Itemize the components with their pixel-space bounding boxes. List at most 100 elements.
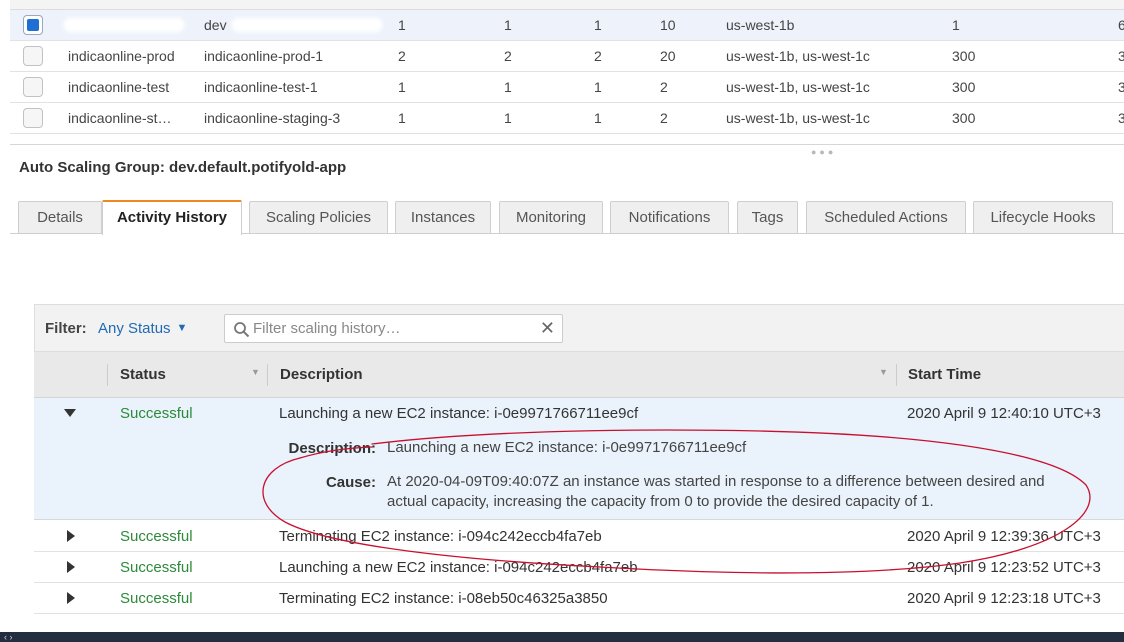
- instances-cell: 1: [398, 79, 406, 95]
- launch-config-cell: indicaonline-staging-3: [204, 110, 341, 126]
- row-checkbox[interactable]: [23, 15, 43, 35]
- min-cell: 2: [594, 48, 602, 64]
- page-title: Auto Scaling Group: dev.default.potifyol…: [19, 159, 347, 176]
- start-time-column-header[interactable]: Start Time: [908, 366, 981, 383]
- column-divider: [267, 364, 268, 386]
- tab-tags[interactable]: Tags: [737, 201, 798, 233]
- instances-cell: 1: [398, 110, 406, 126]
- caret-down-icon[interactable]: [63, 406, 77, 420]
- table-row[interactable]: indicaonline-prod indicaonline-prod-1 2 …: [10, 41, 1124, 72]
- min-cell: 1: [594, 110, 602, 126]
- cooldown-cell: 300: [952, 48, 976, 64]
- tab-lifecycle-hooks[interactable]: Lifecycle Hooks: [973, 201, 1113, 233]
- search-input[interactable]: [253, 318, 533, 339]
- start-time-text: 2020 April 9 12:23:52 UTC+3: [907, 559, 1101, 576]
- caret-right-icon[interactable]: [63, 560, 77, 574]
- asg-name-cell: indicaonline-test: [68, 79, 170, 95]
- panel-splitter[interactable]: [10, 144, 1124, 145]
- cooldown-cell: 1: [952, 17, 960, 33]
- detail-cause-label: Cause:: [325, 474, 376, 491]
- desired-cell: 1: [504, 79, 512, 95]
- clear-icon[interactable]: ✕: [540, 318, 555, 339]
- truncated-cell: 6: [1118, 17, 1124, 33]
- history-table-header: Status ▼ Description ▼ Start Time: [34, 352, 1124, 398]
- table-row[interactable]: Successful Launching a new EC2 instance:…: [34, 398, 1124, 429]
- row-checkbox[interactable]: [23, 77, 43, 97]
- max-cell: 2: [660, 79, 668, 95]
- filter-bar: Filter: Any Status ▼ ✕: [34, 304, 1124, 352]
- status-filter-dropdown[interactable]: Any Status ▼: [98, 320, 187, 337]
- chevron-down-icon: ▼: [176, 322, 188, 334]
- asg-name-cell: indicaonline-st…: [68, 110, 172, 126]
- table-row[interactable]: Successful Terminating EC2 instance: i-0…: [34, 521, 1124, 552]
- table-row[interactable]: dev 1 1 1 10 us-west-1b 1 6: [10, 10, 1124, 41]
- max-cell: 10: [660, 17, 676, 33]
- description-column-header[interactable]: Description: [280, 366, 363, 383]
- availability-zones-cell: us-west-1b, us-west-1c: [726, 110, 870, 126]
- truncated-cell: 3: [1118, 110, 1124, 126]
- filter-label: Filter:: [45, 320, 87, 337]
- truncated-cell: 3: [1118, 48, 1124, 64]
- asg-name-cell: indicaonline-prod: [68, 48, 175, 64]
- start-time-text: 2020 April 9 12:39:36 UTC+3: [907, 528, 1101, 545]
- caret-right-icon[interactable]: [63, 591, 77, 605]
- status-text: Successful: [120, 405, 193, 422]
- detail-cause-value: At 2020-04-09T09:40:07Z an instance was …: [387, 473, 1045, 510]
- start-time-text: 2020 April 9 12:40:10 UTC+3: [907, 405, 1101, 422]
- availability-zones-cell: us-west-1b: [726, 17, 795, 33]
- footer-bar: ‹ ›: [0, 632, 1124, 642]
- detail-tabs: Details Activity History Scaling Policie…: [10, 200, 1124, 235]
- table-row-partial: [10, 0, 1124, 10]
- start-time-text: 2020 April 9 12:23:18 UTC+3: [907, 590, 1101, 607]
- detail-description-label: Description:: [288, 440, 376, 457]
- table-row[interactable]: indicaonline-st… indicaonline-staging-3 …: [10, 103, 1124, 134]
- sort-icon[interactable]: ▼: [879, 367, 888, 377]
- tab-instances[interactable]: Instances: [395, 201, 491, 233]
- row-checkbox[interactable]: [23, 46, 43, 66]
- caret-right-icon[interactable]: [63, 529, 77, 543]
- search-icon: [234, 322, 250, 338]
- instances-cell: 2: [398, 48, 406, 64]
- column-divider: [896, 364, 897, 386]
- status-text: Successful: [120, 590, 193, 607]
- status-column-header[interactable]: Status: [120, 366, 166, 383]
- availability-zones-cell: us-west-1b, us-west-1c: [726, 79, 870, 95]
- table-row[interactable]: Successful Launching a new EC2 instance:…: [34, 552, 1124, 583]
- tab-activity-history[interactable]: Activity History: [102, 200, 242, 235]
- description-text: Terminating EC2 instance: i-08eb50c46325…: [279, 590, 608, 607]
- tab-scheduled-actions[interactable]: Scheduled Actions: [806, 201, 966, 233]
- resize-grip-icon[interactable]: ●●●: [811, 147, 836, 157]
- tab-monitoring[interactable]: Monitoring: [499, 201, 603, 233]
- desired-cell: 1: [504, 110, 512, 126]
- tab-notifications[interactable]: Notifications: [610, 201, 729, 233]
- status-text: Successful: [120, 559, 193, 576]
- search-box: ✕: [224, 314, 563, 343]
- redacted-mark: [232, 18, 382, 32]
- min-cell: 1: [594, 17, 602, 33]
- redacted-mark: [64, 18, 184, 32]
- sort-icon[interactable]: ▼: [251, 367, 260, 377]
- tab-details[interactable]: Details: [18, 201, 102, 233]
- description-text: Launching a new EC2 instance: i-0e997176…: [279, 405, 639, 422]
- auto-scaling-groups-table: dev 1 1 1 10 us-west-1b 1 6 indicaonline…: [10, 0, 1124, 134]
- instances-cell: 1: [398, 17, 406, 33]
- footer-icon: ‹ ›: [4, 632, 13, 642]
- column-divider: [107, 364, 108, 386]
- availability-zones-cell: us-west-1b, us-west-1c: [726, 48, 870, 64]
- cooldown-cell: 300: [952, 79, 976, 95]
- detail-description-value: Launching a new EC2 instance: i-0e997176…: [387, 439, 747, 456]
- description-text: Terminating EC2 instance: i-094c242eccb4…: [279, 528, 602, 545]
- truncated-cell: 3: [1118, 79, 1124, 95]
- launch-config-cell: indicaonline-prod-1: [204, 48, 324, 64]
- cooldown-cell: 300: [952, 110, 976, 126]
- expanded-detail-panel: Description: Launching a new EC2 instanc…: [34, 428, 1124, 520]
- desired-cell: 2: [504, 48, 512, 64]
- tab-scaling-policies[interactable]: Scaling Policies: [249, 201, 388, 233]
- min-cell: 1: [594, 79, 602, 95]
- table-row[interactable]: Successful Terminating EC2 instance: i-0…: [34, 583, 1124, 614]
- table-row[interactable]: indicaonline-test indicaonline-test-1 1 …: [10, 72, 1124, 103]
- desired-cell: 1: [504, 17, 512, 33]
- row-checkbox[interactable]: [23, 108, 43, 128]
- max-cell: 2: [660, 110, 668, 126]
- max-cell: 20: [660, 48, 676, 64]
